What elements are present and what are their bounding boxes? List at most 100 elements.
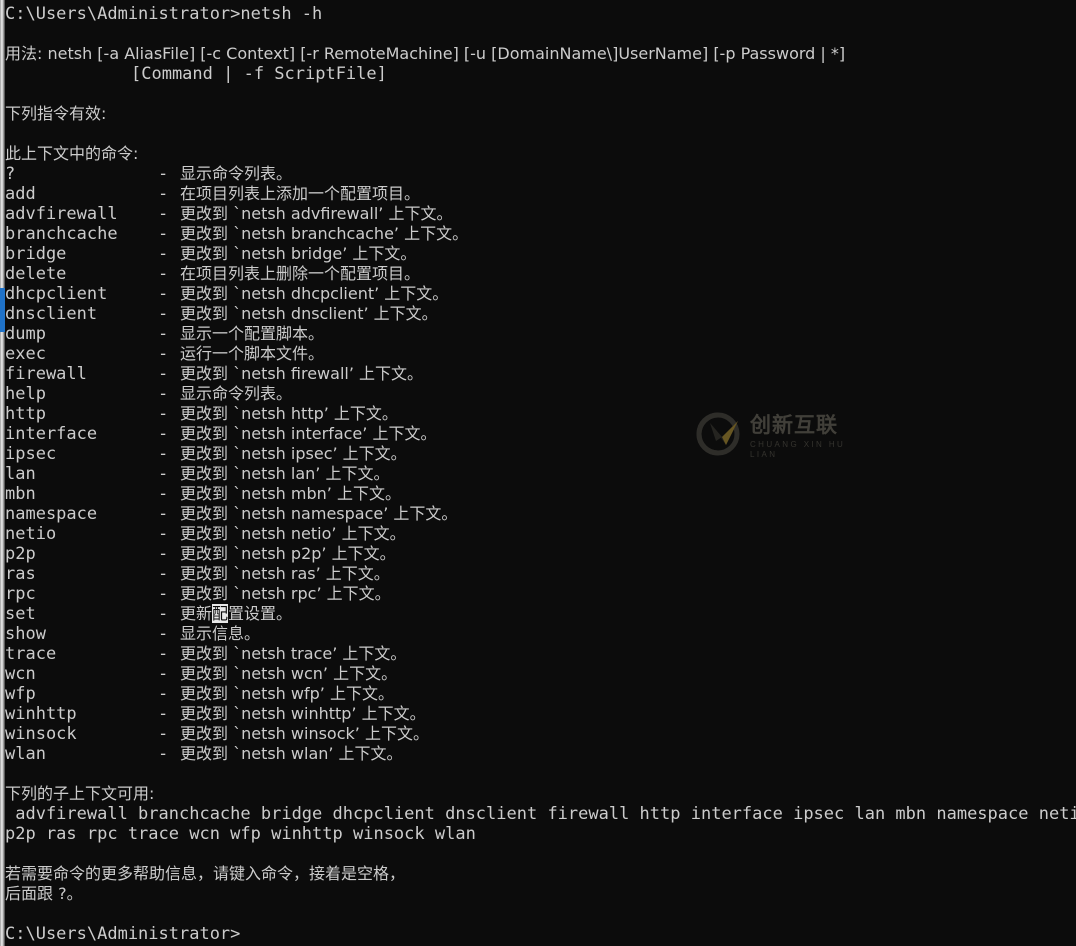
command-name: dump [5,324,46,344]
final-prompt-line[interactable]: C:\Users\Administrator> [5,924,240,944]
command-row: dump - 显示一个配置脚本。 [5,324,324,344]
command-separator-dash: - [158,664,169,684]
command-description: 更改到 `netsh http’ 上下文。 [180,404,398,423]
command-prompt-window: 创新互联 CHUANG XIN HU LIAN C:\Users\Adminis… [0,0,1076,946]
command-description: 运行一个脚本文件。 [180,344,325,363]
command-name: namespace [5,504,98,524]
command-name: ipsec [5,444,57,464]
command-name: add [5,184,36,204]
command-description: 更改到 `netsh rpc’ 上下文。 [180,584,391,603]
command-name: rpc [5,584,36,604]
command-name: bridge [5,244,67,264]
description-text-before-selection: 更新 [180,604,213,623]
command-name: winsock [5,724,77,744]
subcontext-line-2: p2p ras rpc trace wcn wfp winhttp winsoc… [5,824,476,844]
command-separator-dash: - [158,164,169,184]
command-name: trace [5,644,57,664]
command-description: 更改到 `netsh ras’ 上下文。 [180,564,390,583]
console-output[interactable]: C:\Users\Administrator>netsh -h 用法: nets… [0,0,1076,946]
command-name: delete [5,264,67,284]
command-row: delete - 在项目列表上删除一个配置项目。 [5,264,420,284]
command-description: 显示一个配置脚本。 [180,324,325,343]
command-row: wfp - 更改到 `netsh wfp’ 上下文。 [5,684,394,704]
selected-character-highlight[interactable]: 配 [212,604,229,623]
command-description: 更改到 `netsh bridge’ 上下文。 [180,244,417,263]
command-separator-dash: - [158,464,169,484]
command-row: wcn - 更改到 `netsh wcn’ 上下文。 [5,664,397,684]
command-separator-dash: - [158,724,169,744]
command-name: dhcpclient [5,284,108,304]
command-row: exec - 运行一个脚本文件。 [5,344,324,364]
command-name: set [5,604,36,624]
command-row: advfirewall - 更改到 `netsh advfirewall’ 上下文。 [5,204,452,224]
vertical-scrollbar[interactable] [0,0,5,946]
command-name: http [5,404,46,424]
command-row: set - 更新配置设置。 [5,604,292,624]
prompt-line-command: C:\Users\Administrator>netsh -h [5,4,323,24]
command-description: 更改到 `netsh ipsec’ 上下文。 [180,444,407,463]
command-description: 显示命令列表。 [180,164,293,183]
command-row: show - 显示信息。 [5,624,260,644]
command-separator-dash: - [158,324,169,344]
command-row: dhcpclient - 更改到 `netsh dhcpclient’ 上下文。 [5,284,448,304]
command-description: 更改到 `netsh winhttp’ 上下文。 [180,704,426,723]
command-row: ? - 显示命令列表。 [5,164,292,184]
command-name: lan [5,464,36,484]
usage-line-2: [Command | -f ScriptFile] [131,64,387,84]
command-description: 更新配置设置。 [180,604,292,623]
command-name: dnsclient [5,304,98,324]
footer-line-2: 后面跟 ?。 [5,884,83,903]
command-separator-dash: - [158,204,169,224]
command-separator-dash: - [158,544,169,564]
command-row: dnsclient - 更改到 `netsh dnsclient’ 上下文。 [5,304,438,324]
command-row: branchcache - 更改到 `netsh branchcache’ 上下文。 [5,224,468,244]
command-separator-dash: - [158,284,169,304]
command-description: 在项目列表上添加一个配置项目。 [180,184,421,203]
command-separator-dash: - [158,224,169,244]
scrollbar-thumb[interactable] [0,288,5,332]
command-row: mbn - 更改到 `netsh mbn’ 上下文。 [5,484,401,504]
command-description: 更改到 `netsh lan’ 上下文。 [180,464,390,483]
command-row: ras - 更改到 `netsh ras’ 上下文。 [5,564,390,584]
command-row: winhttp - 更改到 `netsh winhttp’ 上下文。 [5,704,426,724]
command-row: add - 在项目列表上添加一个配置项目。 [5,184,420,204]
command-description: 在项目列表上删除一个配置项目。 [180,264,421,283]
command-separator-dash: - [158,684,169,704]
command-row: rpc - 更改到 `netsh rpc’ 上下文。 [5,584,391,604]
heading-subcontexts: 下列的子上下文可用: [5,784,155,803]
command-separator-dash: - [158,704,169,724]
command-name: wfp [5,684,36,704]
command-description: 更改到 `netsh trace’ 上下文。 [180,644,407,663]
command-row: netio - 更改到 `netsh netio’ 上下文。 [5,524,406,544]
heading-valid-commands: 下列指令有效: [5,104,107,123]
command-separator-dash: - [158,524,169,544]
command-separator-dash: - [158,644,169,664]
command-description: 更改到 `netsh interface’ 上下文。 [180,424,437,443]
command-description: 更改到 `netsh p2p’ 上下文。 [180,544,396,563]
command-name: ras [5,564,36,584]
command-row: firewall - 更改到 `netsh firewall’ 上下文。 [5,364,423,384]
command-name: firewall [5,364,87,384]
command-description: 更改到 `netsh netio’ 上下文。 [180,524,406,543]
command-description: 更改到 `netsh dhcpclient’ 上下文。 [180,284,449,303]
command-separator-dash: - [158,424,169,444]
command-name: show [5,624,46,644]
command-separator-dash: - [158,564,169,584]
command-description: 更改到 `netsh mbn’ 上下文。 [180,484,401,503]
command-description: 更改到 `netsh branchcache’ 上下文。 [180,224,469,243]
command-separator-dash: - [158,504,169,524]
command-name: p2p [5,544,36,564]
command-row: bridge - 更改到 `netsh bridge’ 上下文。 [5,244,416,264]
command-separator-dash: - [158,344,169,364]
command-name: winhttp [5,704,77,724]
footer-line-1: 若需要命令的更多帮助信息，请键入命令，接着是空格， [5,864,406,883]
command-row: http - 更改到 `netsh http’ 上下文。 [5,404,398,424]
command-separator-dash: - [158,444,169,464]
command-row: help - 显示命令列表。 [5,384,292,404]
command-separator-dash: - [158,364,169,384]
description-text-after-selection: 置设置。 [228,604,293,623]
command-name: wlan [5,744,46,764]
command-separator-dash: - [158,244,169,264]
command-description: 显示命令列表。 [180,384,293,403]
command-name: exec [5,344,46,364]
